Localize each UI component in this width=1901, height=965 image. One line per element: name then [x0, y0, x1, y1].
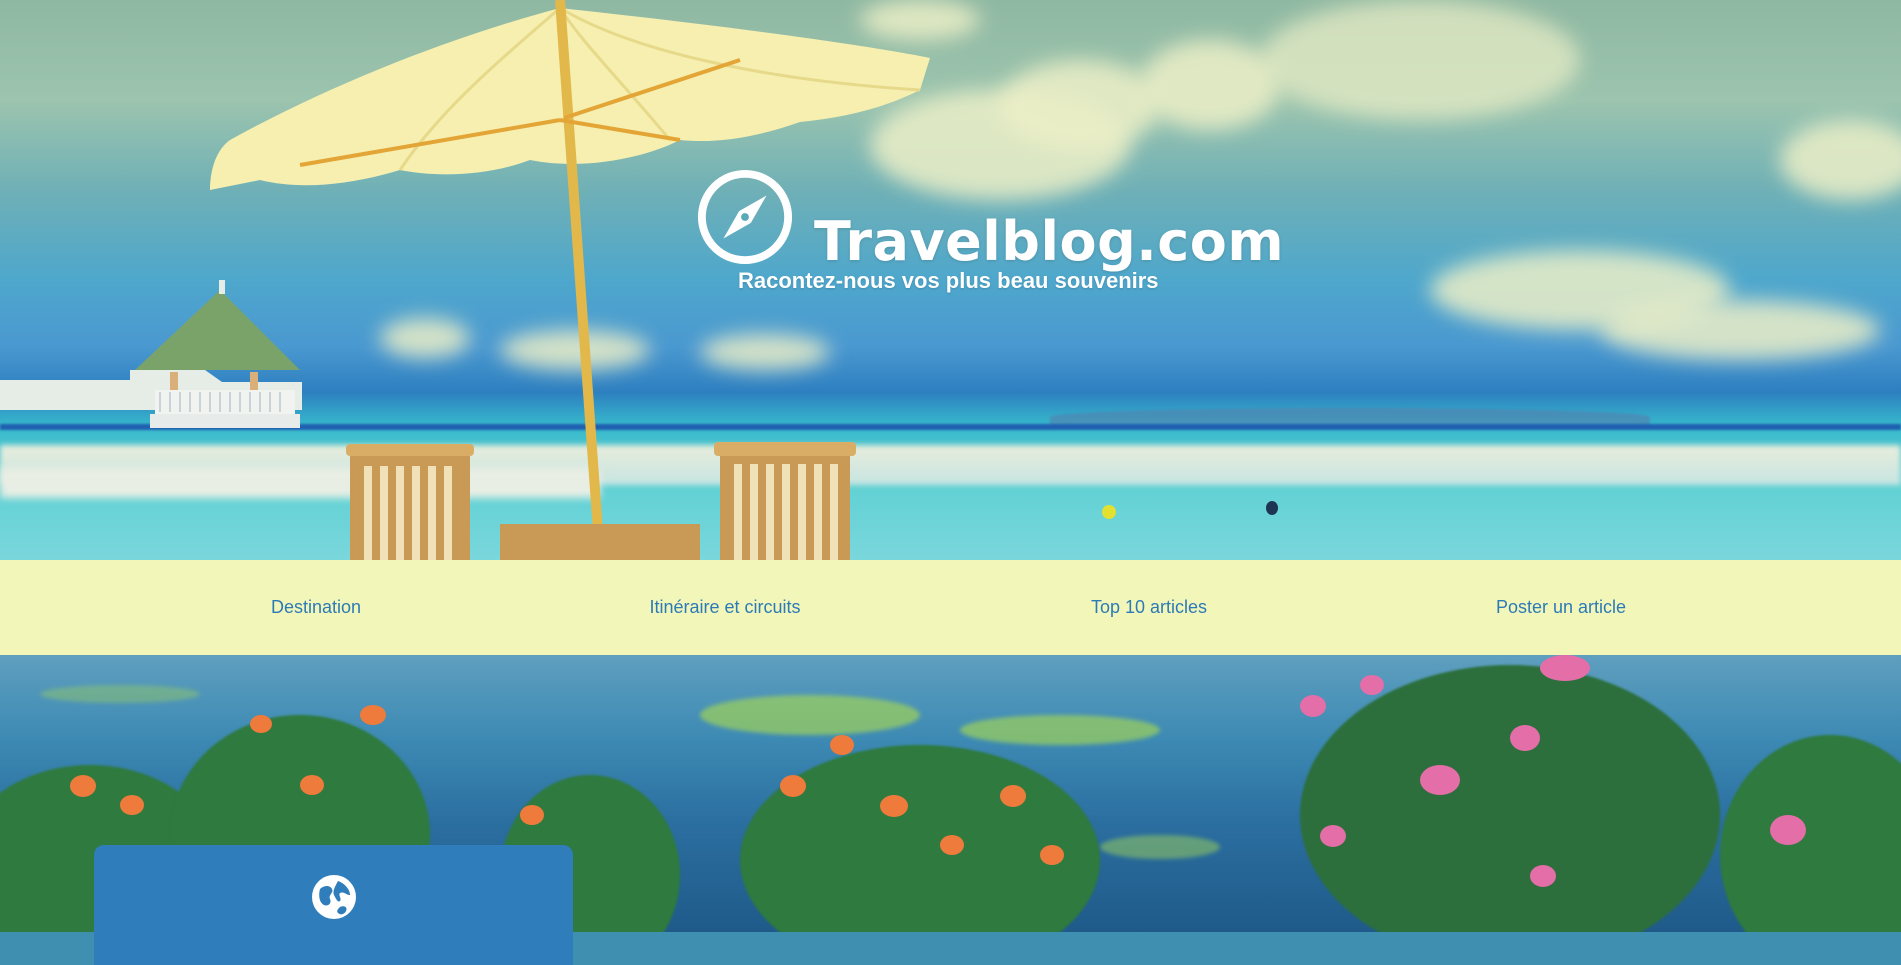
site-title: Travelblog.com [814, 210, 1285, 273]
nav-link-top10[interactable]: Top 10 articles [1091, 560, 1207, 655]
site-tagline: Racontez-nous vos plus beau souvenirs [738, 268, 1159, 293]
destination-card[interactable] [94, 845, 573, 965]
lounge-chair [346, 444, 474, 560]
nav-link-itineraire[interactable]: Itinéraire et circuits [649, 560, 800, 655]
lounge-chair-2 [714, 442, 856, 560]
globe-icon [312, 875, 356, 919]
compass-icon [697, 169, 793, 265]
nav-link-destination[interactable]: Destination [271, 560, 361, 655]
nav-link-poster-article[interactable]: Poster un article [1496, 560, 1626, 655]
site-branding[interactable]: Travelblog.com Racontez-nous vos plus be… [696, 168, 1284, 298]
low-table [500, 524, 700, 560]
hero-banner: Travelblog.com Racontez-nous vos plus be… [0, 0, 1901, 560]
main-navigation: Destination Itinéraire et circuits Top 1… [0, 560, 1901, 655]
